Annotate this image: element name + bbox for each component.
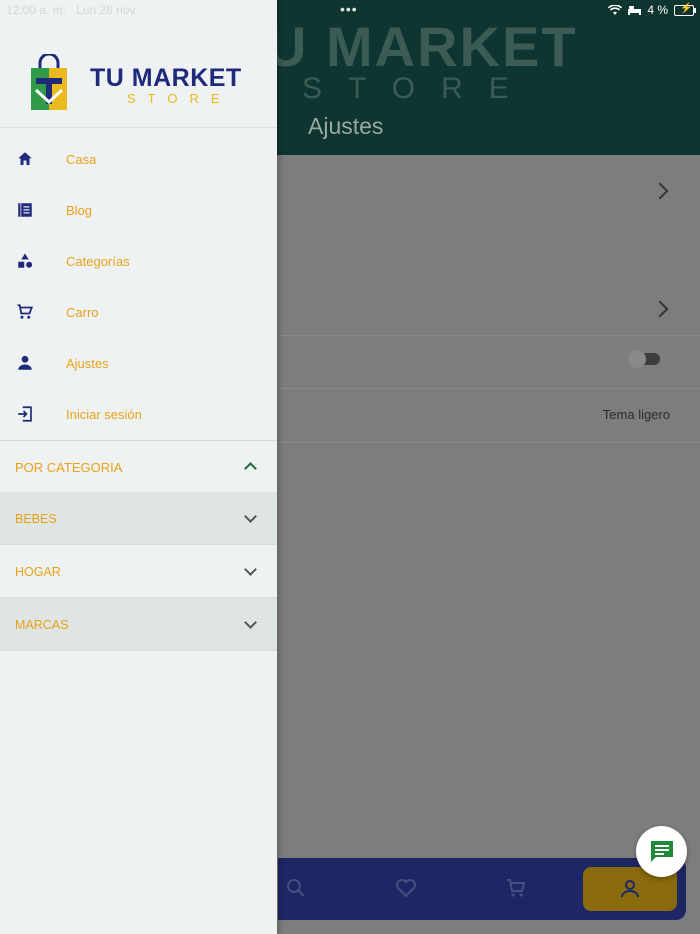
dark-mode-toggle[interactable] xyxy=(628,350,660,368)
shopping-bag-logo-icon xyxy=(31,54,67,110)
cart-icon xyxy=(17,304,34,319)
chevron-down-icon xyxy=(244,510,257,523)
logo-text-main: TU MARKET xyxy=(90,64,242,92)
settings-toggle-row[interactable] xyxy=(278,335,700,389)
chat-button[interactable] xyxy=(636,826,687,877)
bottom-nav-bar xyxy=(278,858,686,920)
menu-item-categorias[interactable]: Categorías xyxy=(0,236,277,287)
category-item-marcas[interactable]: MARCAS xyxy=(0,598,277,651)
category-item-bebes[interactable]: BEBES xyxy=(0,492,277,545)
chevron-right-icon xyxy=(651,182,669,200)
menu-label: Iniciar sesión xyxy=(66,407,142,422)
shapes-icon xyxy=(18,253,33,268)
menu-item-blog[interactable]: Blog xyxy=(0,185,277,236)
menu-item-ajustes[interactable]: Ajustes xyxy=(0,338,277,389)
multitask-dots[interactable]: ••• xyxy=(340,1,358,17)
heart-icon[interactable] xyxy=(394,876,418,900)
status-bar: 12:00 a. m. Lun 28 nov. ••• 4 % ⚡ xyxy=(0,0,700,20)
home-icon xyxy=(18,152,32,165)
article-icon xyxy=(18,203,32,217)
chevron-right-icon xyxy=(651,300,669,318)
header-brand-line1: U MARKET xyxy=(266,15,578,78)
menu-item-iniciar-sesion[interactable]: Iniciar sesión xyxy=(0,389,277,440)
header-brand-line2: STORE xyxy=(302,72,535,105)
battery-icon: ⚡ xyxy=(674,3,696,16)
theme-value: Tema ligero xyxy=(602,407,670,422)
chat-icon xyxy=(650,840,673,862)
status-right: 4 % ⚡ xyxy=(608,3,696,17)
menu-label: Casa xyxy=(66,152,97,167)
sleep-bed-icon xyxy=(628,6,642,15)
logo-text-sub: STORE xyxy=(127,91,232,106)
settings-theme-row[interactable]: Tema ligero xyxy=(278,389,700,443)
menu-item-carro[interactable]: Carro xyxy=(0,287,277,338)
search-icon[interactable] xyxy=(284,876,308,900)
person-icon xyxy=(18,355,32,370)
page-title: Ajustes xyxy=(308,113,384,139)
categories-section-header[interactable]: POR CATEGORIA xyxy=(0,441,277,492)
cart-icon[interactable] xyxy=(504,876,528,900)
category-label: MARCAS xyxy=(15,618,69,632)
chevron-up-icon xyxy=(244,462,257,475)
wifi-icon xyxy=(608,4,623,15)
login-icon xyxy=(18,406,32,422)
category-item-hogar[interactable]: HOGAR xyxy=(0,545,277,598)
person-icon xyxy=(621,880,639,898)
menu-label: Categorías xyxy=(66,254,130,269)
navigation-drawer: TU MARKET STORE Casa Blog Categorías Car… xyxy=(0,0,277,934)
battery-percent: 4 % xyxy=(647,3,668,17)
categories-header-label: POR CATEGORIA xyxy=(15,460,123,475)
category-label: BEBES xyxy=(15,512,57,526)
status-time: 12:00 a. m. Lun 28 nov. xyxy=(6,3,138,17)
chevron-down-icon xyxy=(244,616,257,629)
menu-label: Blog xyxy=(66,203,93,218)
category-label: HOGAR xyxy=(15,565,61,579)
menu-label: Ajustes xyxy=(66,356,109,371)
menu-label: Carro xyxy=(66,305,99,320)
menu-item-casa[interactable]: Casa xyxy=(0,134,277,185)
settings-row-2[interactable] xyxy=(278,273,700,336)
chevron-down-icon xyxy=(244,563,257,576)
